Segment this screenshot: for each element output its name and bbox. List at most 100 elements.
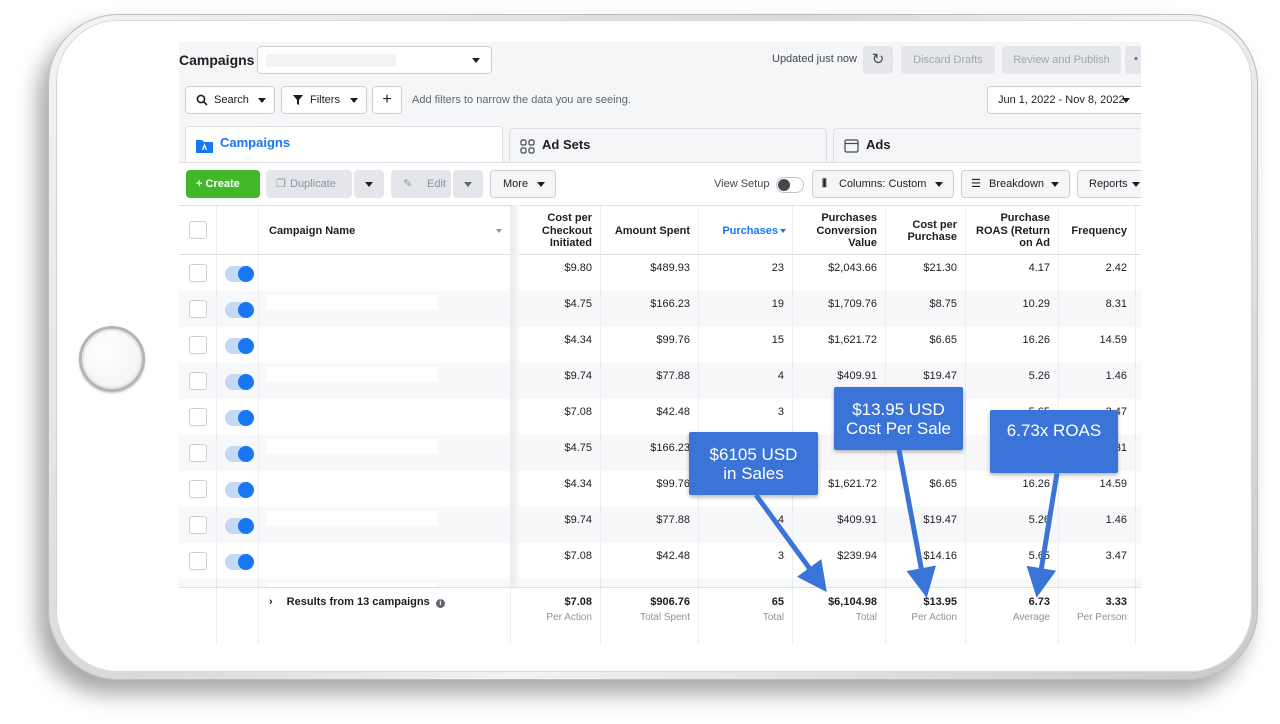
tab-adsets[interactable]: Ad Sets	[509, 128, 827, 162]
campaign-status-toggle[interactable]	[225, 266, 254, 282]
footer-value: $906.76	[650, 596, 690, 608]
duplicate-menu-button[interactable]	[354, 170, 384, 198]
columns-label: Columns: Custom	[839, 178, 927, 190]
cell-cc: $4.75	[519, 435, 601, 471]
header-frequency[interactable]: Frequency	[1059, 206, 1136, 256]
edit-menu-button[interactable]	[453, 170, 483, 198]
cell-freq: 8.31	[1059, 291, 1136, 327]
campaign-status-toggle[interactable]	[225, 482, 254, 498]
table-row[interactable]: $4.34 $99.76 15 $1,621.72 $6.65 16.26 14.59	[179, 327, 1141, 363]
campaign-status-toggle[interactable]	[225, 338, 254, 354]
footer-value: $6,104.98	[828, 596, 877, 608]
date-range-picker[interactable]: Jun 1, 2022 - Nov 8, 2022	[987, 86, 1141, 114]
row-select-cell	[179, 363, 217, 399]
discard-drafts-button[interactable]: Discard Drafts	[901, 46, 995, 74]
table-row[interactable]: $4.34 $99.76 $1,621.72 $6.65 16.26 14.59	[179, 471, 1141, 507]
refresh-button[interactable]: ↻	[863, 46, 893, 74]
header-purchases[interactable]: Purchases	[699, 206, 793, 256]
cell-spent: $99.76	[601, 471, 699, 507]
add-filter-button[interactable]: +	[372, 86, 402, 114]
footer-sub: Total	[762, 612, 784, 623]
header-cost-per-purchase[interactable]: Cost per Purchase	[886, 206, 966, 256]
cell-cc: $4.34	[519, 471, 601, 507]
campaign-status-toggle[interactable]	[225, 410, 254, 426]
header-cost-per-checkout[interactable]: Cost per Checkout Initiated	[519, 206, 601, 256]
cell-cc: $9.74	[519, 363, 601, 399]
footer-cost-per-purchase: $13.95 Per Action	[886, 588, 966, 644]
header-campaign-name[interactable]: Campaign Name	[259, 206, 511, 256]
table-row[interactable]: $9.74 $77.88 4 $409.91 $19.47 5.26 1.46	[179, 363, 1141, 399]
campaign-name-cell[interactable]	[259, 327, 511, 363]
search-button[interactable]: Search	[185, 86, 275, 114]
table-row[interactable]: $7.08 $42.48 3 $239.94 $14.16 5.65 3.47	[179, 543, 1141, 579]
table-row[interactable]: $9.80 $489.93 23 $2,043.66 $21.30 4.17 2.42	[179, 255, 1141, 291]
table-footer: › Results from 13 campaigns i $7.08 Per Ac…	[179, 587, 1141, 644]
campaign-selector-value	[266, 54, 396, 67]
footer-frequency: 3.33 Per Person	[1059, 588, 1136, 644]
campaign-name-cell[interactable]	[259, 471, 511, 507]
review-publish-button[interactable]: Review and Publish	[1002, 46, 1121, 74]
filter-hint: Add filters to narrow the data you are s…	[412, 94, 631, 106]
cell-cc: $9.80	[519, 255, 601, 291]
header-purchase-roas[interactable]: Purchase ROAS (Return on Ad	[966, 206, 1059, 256]
campaign-selector[interactable]	[257, 46, 492, 74]
campaign-status-toggle[interactable]	[225, 302, 254, 318]
cell-conv: $1,709.76	[793, 291, 886, 327]
cell-freq: 3.47	[1059, 543, 1136, 579]
cell-roas: 5.26	[966, 363, 1059, 399]
cell-roas: 16.26	[966, 471, 1059, 507]
cell-freq: 14.59	[1059, 471, 1136, 507]
row-select-cell	[179, 435, 217, 471]
select-all-cell	[179, 206, 217, 256]
expand-chevron-icon: ›	[269, 596, 273, 608]
row-checkbox[interactable]	[189, 300, 207, 318]
row-checkbox[interactable]	[189, 516, 207, 534]
campaign-status-toggle[interactable]	[225, 554, 254, 570]
row-checkbox[interactable]	[189, 480, 207, 498]
row-checkbox[interactable]	[189, 336, 207, 354]
create-button[interactable]: + Create	[186, 170, 260, 198]
table-row[interactable]: $4.75$166.2319$1,709.76$8.7510.298.31	[179, 291, 1141, 327]
cost-callout: $13.95 USD Cost Per Sale	[834, 387, 963, 450]
cell-spent: $99.76	[601, 327, 699, 363]
tab-campaigns[interactable]: Campaigns	[185, 126, 503, 164]
footer-sub: Total Spent	[639, 612, 690, 623]
row-checkbox[interactable]	[189, 444, 207, 462]
row-checkbox[interactable]	[189, 372, 207, 390]
campaign-name-cell[interactable]	[259, 255, 511, 291]
columns-button[interactable]: ⦀ Columns: Custom	[812, 170, 954, 198]
home-button[interactable]	[79, 326, 145, 392]
cell-spent: $42.48	[601, 543, 699, 579]
header-campaign-name-label: Campaign Name	[269, 224, 356, 237]
campaign-status-toggle[interactable]	[225, 446, 254, 462]
breakdown-button[interactable]: ☰ Breakdown	[961, 170, 1070, 198]
tab-ads[interactable]: Ads	[833, 128, 1141, 162]
row-checkbox[interactable]	[189, 552, 207, 570]
page-title: Campaigns	[179, 52, 255, 68]
cell-spent: $489.93	[601, 255, 699, 291]
more-label: More	[503, 178, 529, 190]
select-all-checkbox[interactable]	[189, 221, 207, 239]
campaign-name-cell[interactable]	[259, 399, 511, 435]
reports-button[interactable]: Reports	[1077, 170, 1141, 198]
more-button[interactable]: More	[490, 170, 556, 198]
filters-button[interactable]: Filters	[281, 86, 367, 114]
duplicate-button[interactable]: ❐ Duplicate	[266, 170, 352, 198]
edit-button[interactable]: ✎ Edit	[391, 170, 451, 198]
header-conversion-value[interactable]: Purchases Conversion Value	[793, 206, 886, 256]
header-amount-spent[interactable]: Amount Spent	[601, 206, 699, 256]
updated-status: Updated just now	[772, 53, 857, 65]
more-options-button[interactable]: •	[1125, 46, 1141, 74]
filter-icon	[293, 95, 303, 105]
search-icon	[196, 94, 208, 106]
campaign-name-cell[interactable]	[259, 543, 511, 579]
table-row[interactable]: $9.74 $77.88 4 $409.91 $19.47 5.26 1.46	[179, 507, 1141, 543]
campaign-status-toggle[interactable]	[225, 518, 254, 534]
campaigns-panel: + Create ❐ Duplicate ✎ Edit More View Se…	[179, 162, 1141, 644]
frozen-column-divider[interactable]	[511, 205, 519, 644]
row-checkbox[interactable]	[189, 264, 207, 282]
footer-summary[interactable]: › Results from 13 campaigns i	[259, 588, 511, 644]
campaign-status-toggle[interactable]	[225, 374, 254, 390]
row-checkbox[interactable]	[189, 408, 207, 426]
view-setup-toggle[interactable]	[776, 177, 804, 193]
